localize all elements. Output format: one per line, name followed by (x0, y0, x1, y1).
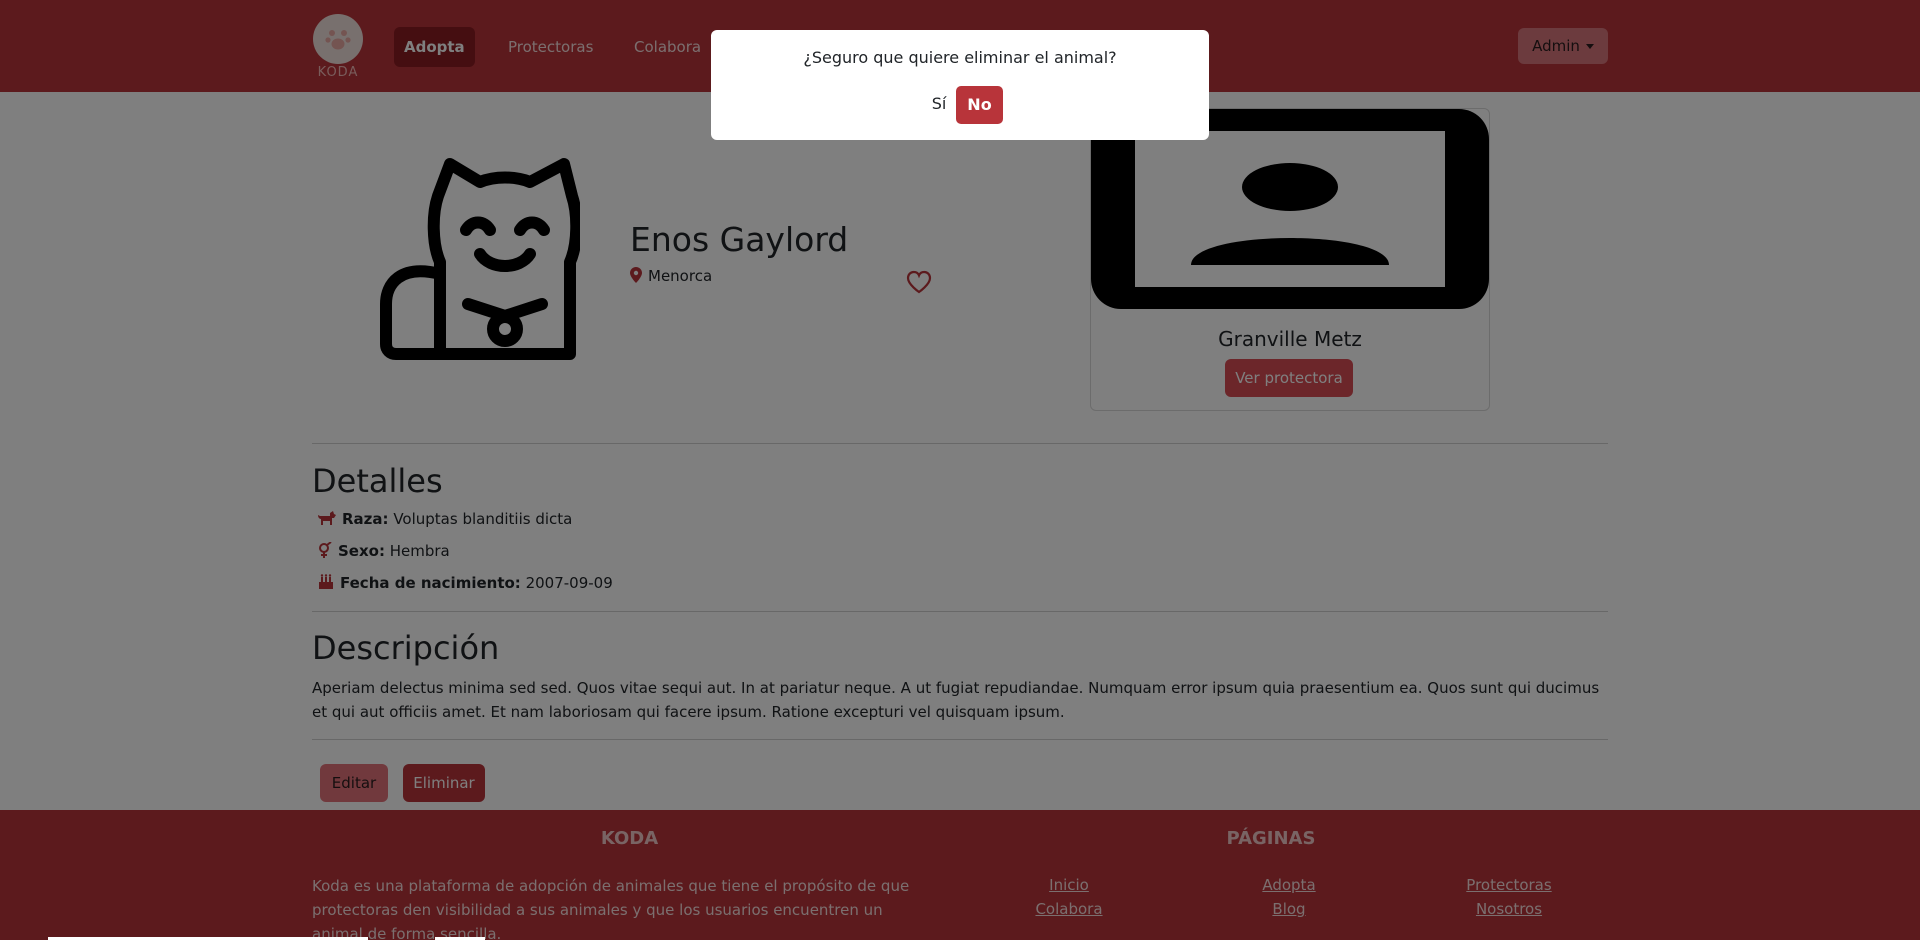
confirm-delete-modal: ¿Seguro que quiere eliminar el animal? S… (711, 30, 1209, 140)
modal-no-button[interactable]: No (956, 86, 1003, 124)
modal-yes-button[interactable]: Sí (923, 86, 955, 122)
modal-message: ¿Seguro que quiere eliminar el animal? (803, 48, 1117, 67)
modal-backdrop[interactable] (0, 0, 1920, 940)
